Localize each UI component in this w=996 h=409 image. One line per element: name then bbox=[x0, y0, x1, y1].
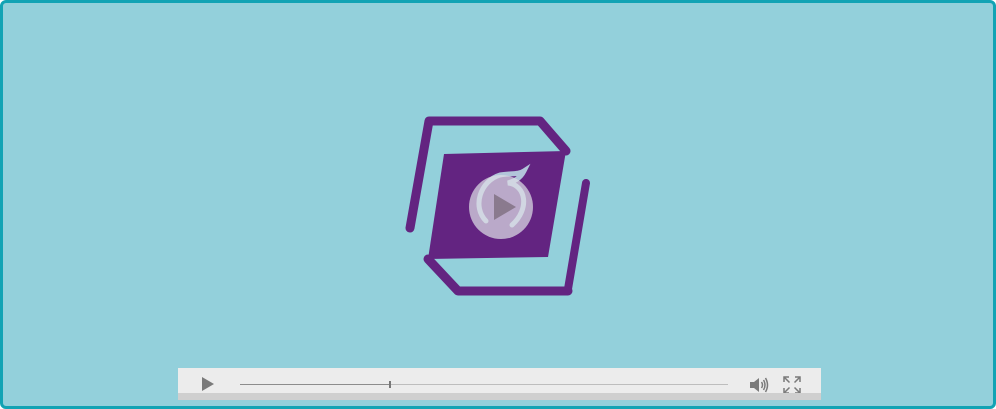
seek-handle[interactable] bbox=[389, 381, 391, 388]
video-player[interactable] bbox=[0, 0, 996, 409]
seek-bar[interactable] bbox=[240, 381, 728, 388]
player-controls bbox=[178, 368, 821, 400]
fullscreen-icon[interactable] bbox=[783, 376, 801, 394]
play-button[interactable] bbox=[202, 377, 214, 391]
play-icon bbox=[494, 194, 516, 220]
seek-progress bbox=[240, 384, 390, 385]
big-play-button[interactable] bbox=[469, 175, 533, 239]
controls-bottom-strip bbox=[178, 393, 821, 400]
volume-icon[interactable] bbox=[749, 376, 769, 394]
